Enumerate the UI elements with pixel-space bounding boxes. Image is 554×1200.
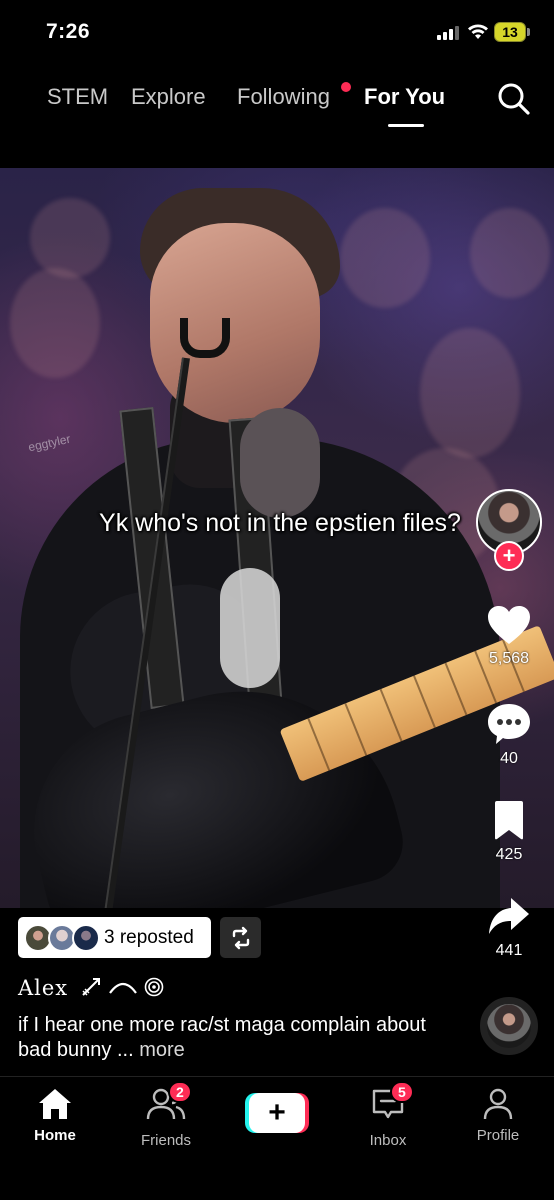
- tab-friends[interactable]: 2 Friends: [121, 1081, 211, 1149]
- tab-home[interactable]: Home: [10, 1087, 100, 1144]
- avatar: [72, 923, 100, 952]
- sound-disc[interactable]: [480, 997, 538, 1055]
- arc-icon: [109, 982, 137, 994]
- inbox-badge: 5: [390, 1081, 414, 1103]
- tab-explore[interactable]: Explore: [131, 84, 206, 110]
- reposted-by-pill[interactable]: 3 reposted: [18, 917, 211, 958]
- profile-icon: [483, 1088, 513, 1120]
- share-arrow-icon: [489, 898, 529, 934]
- friends-badge: 2: [168, 1081, 192, 1103]
- bookmark-icon: [495, 801, 523, 840]
- tab-inbox-label: Inbox: [369, 1132, 407, 1149]
- repost-count-text: 3 reposted: [104, 926, 194, 948]
- comment-bubble-icon: [488, 704, 530, 744]
- reposter-avatars: [24, 923, 102, 953]
- following-notification-dot: [341, 82, 351, 92]
- tab-stem[interactable]: STEM: [47, 84, 108, 110]
- repost-button[interactable]: [220, 917, 261, 958]
- search-icon[interactable]: [495, 80, 531, 116]
- status-bar: 7:26 13: [0, 0, 554, 66]
- cellular-signal-icon: [437, 25, 459, 40]
- save-count: 425: [495, 846, 523, 863]
- username-decoration: [80, 976, 164, 998]
- target-icon: [144, 977, 164, 997]
- tab-friends-label: Friends: [140, 1132, 192, 1149]
- video-caption: Yk who's not in the epstien files?: [99, 509, 461, 537]
- tab-home-label: Home: [34, 1127, 76, 1144]
- save-button[interactable]: 425: [478, 800, 540, 864]
- comment-count: 40: [500, 750, 518, 767]
- repost-icon: [232, 926, 249, 949]
- tab-inbox[interactable]: 5 Inbox: [343, 1081, 433, 1149]
- bottom-tab-bar: Home 2 Friends + 5 Inbox Profile: [0, 1076, 554, 1200]
- create-button[interactable]: +: [245, 1093, 309, 1133]
- video-player[interactable]: eggtyler Yk who's not in the epstien fil…: [0, 168, 554, 908]
- post-description[interactable]: if I hear one more rac/st maga complain …: [18, 1013, 438, 1063]
- battery-level: 13: [494, 22, 526, 42]
- battery-icon: 13: [494, 22, 530, 42]
- top-nav: STEM Explore Following For You: [0, 66, 554, 166]
- follow-plus-icon[interactable]: +: [494, 541, 524, 571]
- author-username[interactable]: Alex: [18, 976, 68, 1000]
- active-tab-indicator: [388, 124, 424, 127]
- video-watermark: eggtyler: [27, 431, 72, 455]
- heart-icon: [488, 606, 530, 644]
- arrow-icon: [82, 978, 100, 996]
- description-text: if I hear one more rac/st maga complain …: [18, 1014, 426, 1061]
- tab-following[interactable]: Following: [237, 84, 330, 110]
- tab-for-you[interactable]: For You: [364, 84, 445, 110]
- share-button[interactable]: 441: [478, 896, 540, 960]
- plus-icon: +: [249, 1093, 305, 1133]
- tab-profile[interactable]: Profile: [453, 1087, 543, 1144]
- like-count: 5,568: [488, 650, 530, 667]
- more-link[interactable]: more: [139, 1039, 185, 1061]
- comment-button[interactable]: 40: [478, 702, 540, 768]
- home-icon: [39, 1089, 71, 1119]
- wifi-icon: [468, 24, 488, 39]
- status-time: 7:26: [46, 20, 91, 43]
- tab-profile-label: Profile: [476, 1127, 520, 1144]
- like-button[interactable]: 5,568: [478, 604, 540, 668]
- share-count: 441: [495, 942, 523, 959]
